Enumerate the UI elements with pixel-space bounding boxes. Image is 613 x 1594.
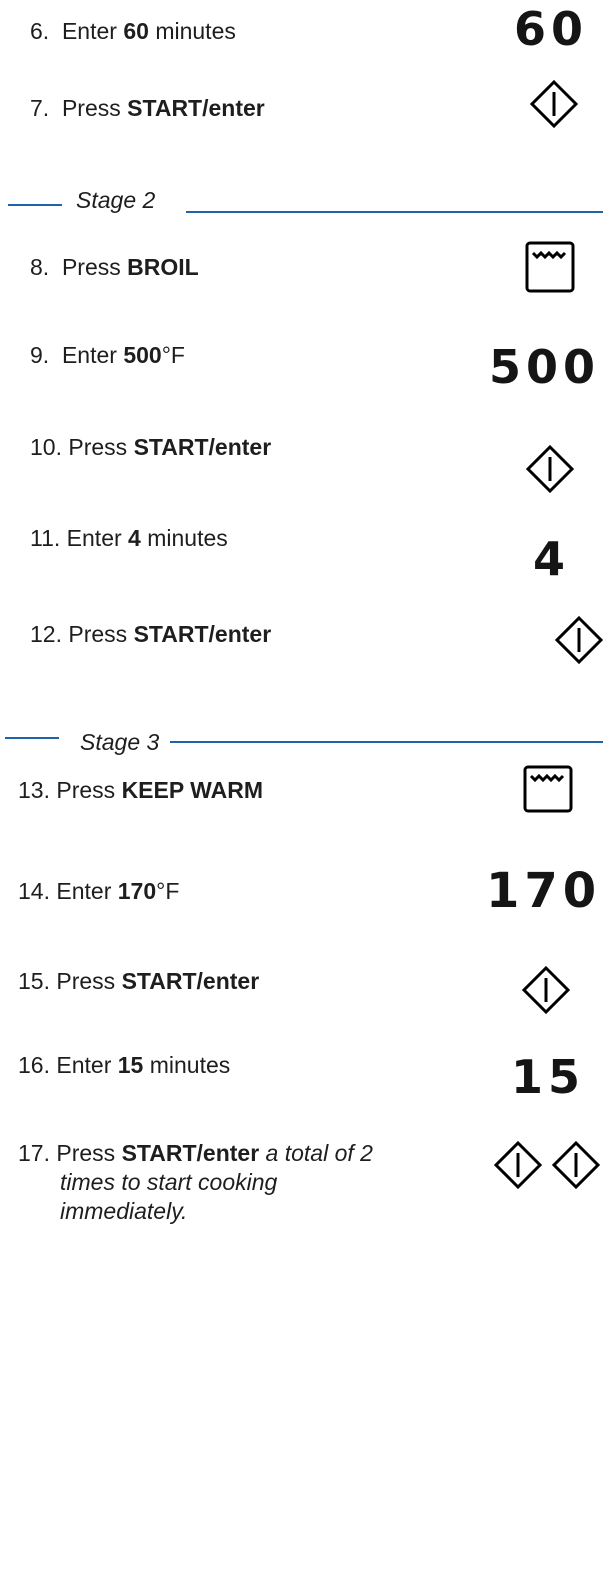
display-15: 15 xyxy=(511,1050,586,1104)
step-value: KEEP WARM xyxy=(121,777,263,803)
step-number: 11. xyxy=(30,525,61,551)
step-7: 7. Press START/enter xyxy=(30,94,265,122)
step-value: START/enter xyxy=(133,621,272,647)
display-170: 170 xyxy=(486,863,602,919)
step-text: Press xyxy=(61,95,128,121)
stage-rule-right xyxy=(170,741,603,743)
step-value: START/enter xyxy=(121,1140,260,1166)
step-value: 500 xyxy=(123,342,162,368)
step-value: START/enter xyxy=(127,95,265,121)
step-number: 7. xyxy=(30,95,50,121)
step-text: Enter xyxy=(61,18,124,44)
step-value: BROIL xyxy=(127,254,199,280)
step-16: 16. Enter 15 minutes xyxy=(18,1051,230,1079)
step-number: 9. xyxy=(30,342,50,368)
step-note: a total of 2 xyxy=(259,1140,373,1166)
step-text: Press xyxy=(56,777,122,803)
step-text: Enter xyxy=(61,342,124,368)
step-value: START/enter xyxy=(121,968,260,994)
step-text: Press xyxy=(56,1140,122,1166)
step-14: 14. Enter 170°F xyxy=(18,877,179,905)
step-number: 16. xyxy=(18,1052,50,1078)
step-number: 17. xyxy=(18,1140,50,1166)
display-60: 60 xyxy=(514,2,589,56)
step-9: 9. Enter 500°F xyxy=(30,341,185,369)
step-11: 11. Enter 4 minutes xyxy=(30,524,228,552)
step-text: minutes xyxy=(148,18,236,44)
step-number: 6. xyxy=(30,18,50,44)
step-text: Press xyxy=(56,968,122,994)
step-17-continuation: immediately. xyxy=(60,1198,188,1224)
keep-warm-oven-icon xyxy=(523,765,573,813)
display-4: 4 xyxy=(533,532,571,586)
step-text: minutes xyxy=(143,1052,231,1078)
display-500: 500 xyxy=(489,340,601,394)
step-text: °F xyxy=(156,878,180,904)
step-text: Enter xyxy=(56,878,118,904)
step-value: 15 xyxy=(117,1052,144,1078)
step-value: 60 xyxy=(123,18,149,44)
start-enter-diamond-icon xyxy=(494,1141,542,1189)
start-enter-diamond-icon xyxy=(530,80,578,128)
start-enter-diamond-icon xyxy=(526,445,574,493)
step-10: 10. Press START/enter xyxy=(30,433,271,461)
step-value: START/enter xyxy=(133,434,272,460)
broil-oven-icon xyxy=(525,241,575,293)
step-number: 12. xyxy=(30,621,62,647)
start-enter-diamond-icon xyxy=(552,1141,600,1189)
step-6: 6. Enter 60 minutes xyxy=(30,17,236,45)
start-enter-diamond-icon xyxy=(555,616,603,664)
step-value: 4 xyxy=(128,525,141,551)
step-number: 14. xyxy=(18,878,50,904)
step-13: 13. Press KEEP WARM xyxy=(18,776,263,804)
step-15: 15. Press START/enter xyxy=(18,967,259,995)
step-text: Press xyxy=(68,621,134,647)
step-number: 10. xyxy=(30,434,62,460)
step-value: 170 xyxy=(117,878,157,904)
start-enter-diamond-icon xyxy=(522,966,570,1014)
step-number: 15. xyxy=(18,968,50,994)
step-number: 13. xyxy=(18,777,50,803)
step-text: Enter xyxy=(66,525,129,551)
step-8: 8. Press BROIL xyxy=(30,253,199,281)
step-text: Press xyxy=(68,434,134,460)
manual-page: 6. Enter 60 minutes 60 7. Press START/en… xyxy=(0,0,613,1594)
step-number: 8. xyxy=(30,254,50,280)
stage-rule-left xyxy=(8,204,62,206)
step-text: °F xyxy=(161,342,185,368)
stage-3-label: Stage 3 xyxy=(80,729,160,755)
stage-2-label: Stage 2 xyxy=(76,187,156,213)
step-text: Press xyxy=(61,254,128,280)
stage-rule-left xyxy=(5,737,59,739)
stage-rule-right xyxy=(186,211,603,213)
step-17: 17. Press START/enter a total of 2 xyxy=(18,1139,373,1167)
step-text: minutes xyxy=(140,525,228,551)
step-text: Enter xyxy=(56,1052,118,1078)
step-17-continuation: times to start cooking xyxy=(60,1169,278,1195)
step-12: 12. Press START/enter xyxy=(30,620,271,648)
